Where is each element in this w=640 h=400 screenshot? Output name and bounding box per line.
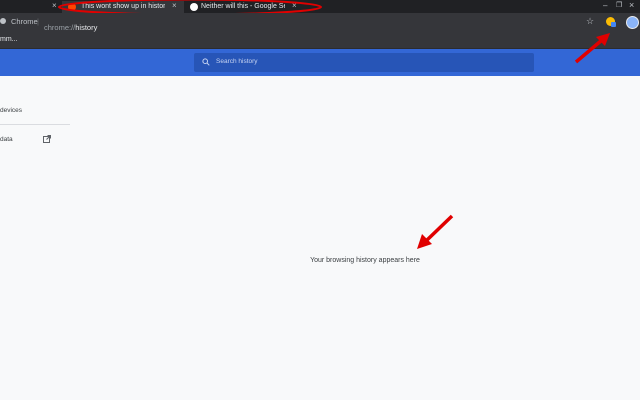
bookmark-star-icon[interactable]: ☆ [586,16,594,27]
omnibox[interactable]: chrome://history [44,17,184,32]
bookmarks-bar [0,33,640,49]
search-placeholder: Search history [216,58,258,65]
annotation-arrow [574,33,610,64]
bookmark-item[interactable]: mm... [0,36,18,43]
omnibox-separator: | [37,17,39,26]
sidebar-item-devices[interactable]: devices [0,107,22,114]
extension-badge-icon [611,22,616,27]
minimize-button[interactable]: – [603,1,607,10]
sidebar-item-clear-data[interactable]: data [0,136,13,143]
annotation-arrow [417,214,454,249]
search-icon [202,58,210,66]
close-window-button[interactable]: × [629,0,634,10]
site-label: Chrome [11,17,38,26]
url-path: history [75,23,98,32]
restore-button[interactable]: ❐ [616,1,622,9]
sidebar-divider [0,124,70,125]
open-in-new-icon[interactable] [43,135,51,143]
url-scheme: chrome:// [44,23,76,32]
chrome-site-icon[interactable] [0,18,6,24]
avatar[interactable] [626,16,639,29]
empty-history-message: Your browsing history appears here [310,257,420,264]
